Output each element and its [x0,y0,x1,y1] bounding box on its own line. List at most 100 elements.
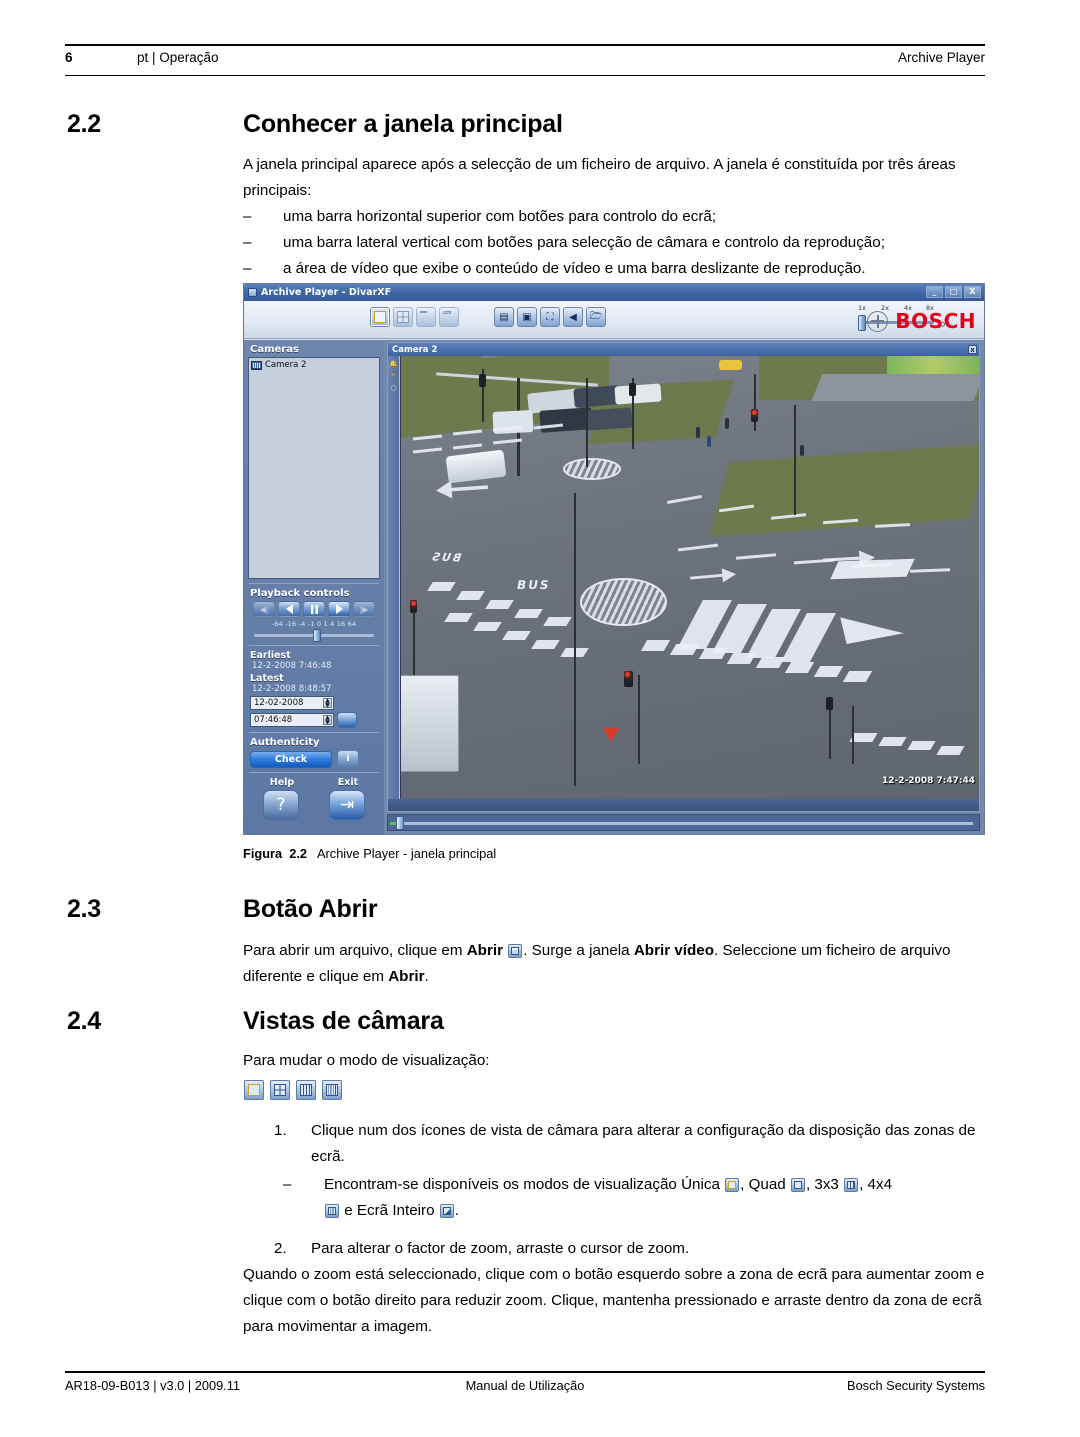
export-icon[interactable]: ▤ [494,307,514,327]
exit-label: Exit [337,777,359,788]
fullscreen-view-icon[interactable] [439,1204,454,1218]
help-icon[interactable]: ? [263,790,299,820]
time-picker-row: 07:46:48 ▲ ▼ [250,712,380,728]
video-image[interactable]: BUS BUS 12-2-2008 7:47:44 [401,356,979,799]
light-pole [574,493,577,786]
time-field[interactable]: 07:46:48 ▲ ▼ [250,713,334,727]
figure-caption-text: Archive Player - janela principal [317,846,497,861]
playback-button-row: ◀| |▶ [248,601,380,617]
section-2-2-intro: A janela principal aparece após a selecç… [243,156,956,199]
sub-text-d: , 4x4 [859,1176,893,1193]
car [614,383,662,405]
help-label: Help [269,777,295,788]
single-view-icon[interactable] [244,1080,264,1100]
date-stepper[interactable]: ▲ ▼ [323,698,332,708]
maximize-button[interactable]: □ [945,286,962,298]
footer-title: Manual de Utilização [465,1378,585,1393]
abrir-bold-1: Abrir [466,942,503,959]
road-marking [829,558,915,579]
abrir-bold-2: Abrir [388,968,425,985]
info-icon[interactable]: i [337,750,359,768]
traffic-scene: BUS BUS [401,356,979,799]
speed-slider-thumb[interactable] [312,629,321,642]
minimize-button[interactable]: _ [926,286,943,298]
sub-text-e: e Ecrã Inteiro [340,1202,439,1219]
zoom-tick-1x: 1x [858,304,866,312]
goto-icon[interactable] [337,712,357,728]
playback-timeline[interactable] [387,814,980,831]
check-button[interactable]: Check [250,750,332,768]
light-pole [585,378,588,467]
quad-view-icon[interactable] [393,307,413,327]
date-field[interactable]: 12-02-2008 ▲ ▼ [250,696,334,710]
step-back-icon[interactable]: ◀| [253,601,275,617]
section-number-2-3: 2.3 [67,895,101,923]
header-product: Archive Player [897,50,985,65]
figure-label: Figura [243,846,283,861]
divider [249,732,379,733]
single-view-icon[interactable] [725,1178,740,1192]
video-side-rail: 🔔 🏃 ○ [388,356,400,799]
sub-bullet-dash: – [283,1176,292,1193]
speed-scale-labels: -64 -16 -4 -1 0 1 4 16 64 [271,620,357,628]
header-section: pt | Operação [137,50,219,65]
header-rule-top [65,44,985,46]
quad-view-icon[interactable] [790,1178,805,1192]
exit-icon[interactable]: ⇥ [329,790,365,820]
section-title-2-4: Vistas de câmara [243,1007,444,1035]
crosswalk-stripe [935,745,965,755]
list-item[interactable]: Camera 2 [251,360,377,370]
traffic-light [623,670,633,687]
step-2-number: 2. [274,1240,287,1257]
bosch-wordmark: BOSCH [895,309,976,333]
single-view-icon[interactable] [370,307,390,327]
section-2-4-closing: Quando o zoom está seleccionado, clique … [243,1266,985,1335]
document-page: 6 pt | Operação Archive Player 2.2 Conhe… [0,0,1080,1437]
sub-bullet-text: Encontram-se disponíveis os modos de vis… [324,1172,985,1224]
open-folder-icon[interactable]: 🗁 [586,307,606,327]
page-header: 6 pt | Operação Archive Player [65,50,985,72]
traffic-light [629,382,637,396]
motion-icon: 🏃 [389,372,398,380]
play-icon[interactable] [328,601,350,617]
timeline-track[interactable] [404,822,973,825]
step-1-text: Clique num dos ícones de vista de câmara… [311,1122,976,1165]
audio-icon[interactable]: ◀ [563,307,583,327]
snapshot-icon[interactable]: ▣ [517,307,537,327]
pedestrian [695,426,700,438]
3x3-view-icon[interactable] [296,1080,316,1100]
camera-list[interactable]: Camera 2 [248,357,380,579]
pedestrian [707,435,712,447]
crosswalk-stripe [513,608,543,618]
4x4-view-icon[interactable] [322,1080,342,1100]
pause-icon[interactable] [303,601,325,617]
zoom-slider-thumb[interactable] [858,315,866,331]
step-forward-icon[interactable]: |▶ [353,601,375,617]
quad-view-icon[interactable] [270,1080,290,1100]
crosswalk-stripe [878,736,907,746]
section-title-2-3: Botão Abrir [243,895,378,923]
time-stepper[interactable]: ▲ ▼ [323,715,332,725]
speed-slider[interactable] [254,629,374,642]
video-close-icon[interactable]: x [968,344,977,354]
figure-number: 2.2 [289,846,308,861]
3x3-view-icon[interactable] [844,1178,859,1192]
reverse-play-icon[interactable] [278,601,300,617]
timeline-thumb[interactable] [396,816,404,830]
storefront [886,356,979,374]
fullscreen-icon[interactable]: ⛶ [540,307,560,327]
date-picker-row: 12-02-2008 ▲ ▼ [250,696,380,710]
close-button[interactable]: X [964,286,981,298]
3x3-view-icon[interactable] [416,307,436,327]
4x4-view-icon[interactable] [325,1204,339,1218]
4x4-view-icon[interactable] [439,307,459,327]
open-folder-icon[interactable] [508,944,523,958]
video-panel[interactable]: Camera 2 x 🔔 🏃 ○ BUS BUS 12-2-2008 7:47:… [387,342,980,812]
car [492,410,535,435]
playback-controls-label: Playback controls [250,588,350,599]
bullet-text-3: a área de vídeo que exibe o conteúdo de … [283,260,866,277]
app-toolbar: ▤ ▣ ⛶ ◀ 🗁 1x 2x 4x 8x ⌕ BOSCH [244,301,984,339]
bullet-dash-3: – [243,260,252,277]
figure-caption: Figura 2.2 Archive Player - janela princ… [243,846,496,861]
section-2-4-intro: Para mudar o modo de visualização: [243,1052,490,1069]
